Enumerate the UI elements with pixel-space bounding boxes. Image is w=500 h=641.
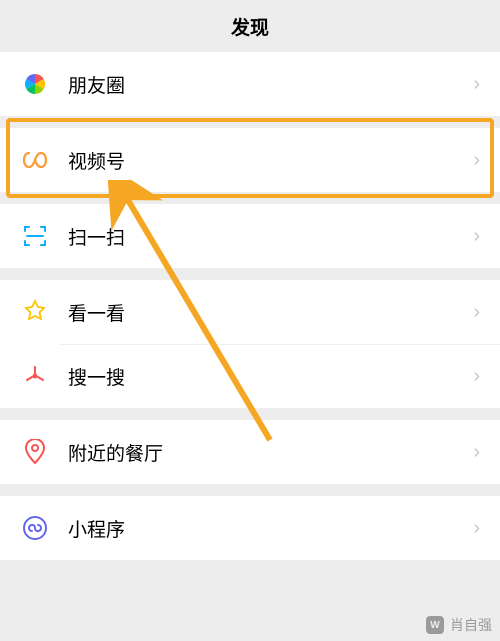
page-title: 发现 (0, 0, 500, 52)
list-item-label: 小程序 (68, 515, 473, 542)
channels-icon (20, 145, 50, 175)
list-item-label: 附近的餐厅 (68, 439, 473, 466)
list-item-search[interactable]: 搜一搜 › (0, 344, 500, 408)
list-item-label: 扫一扫 (68, 223, 473, 250)
list-item-moments[interactable]: 朋友圈 › (0, 52, 500, 116)
chevron-right-icon: › (473, 149, 480, 172)
list-item-label: 看一看 (68, 299, 473, 326)
list-item-label: 视频号 (68, 147, 473, 174)
miniprogram-icon (20, 513, 50, 543)
list-item-label: 搜一搜 (68, 363, 473, 390)
list-item-label: 朋友圈 (68, 71, 473, 98)
chevron-right-icon: › (473, 73, 480, 96)
chevron-right-icon: › (473, 517, 480, 540)
search-icon (20, 361, 50, 391)
nearby-icon (20, 437, 50, 467)
moments-icon (20, 69, 50, 99)
list-item-mini-programs[interactable]: 小程序 › (0, 496, 500, 560)
list-item-scan[interactable]: 扫一扫 › (0, 204, 500, 268)
chevron-right-icon: › (473, 365, 480, 388)
list-item-top-stories[interactable]: 看一看 › (0, 280, 500, 344)
watermark-icon: W (426, 616, 444, 634)
list-item-channels[interactable]: 视频号 › (0, 128, 500, 192)
watermark-label: 肖自强 (450, 615, 492, 635)
chevron-right-icon: › (473, 301, 480, 324)
chevron-right-icon: › (473, 441, 480, 464)
chevron-right-icon: › (473, 225, 480, 248)
watermark: W 肖自强 (426, 615, 492, 635)
scan-icon (20, 221, 50, 251)
discover-list: 朋友圈 › 视频号 › 扫一扫 › (0, 52, 500, 560)
list-item-nearby-restaurant[interactable]: 附近的餐厅 › (0, 420, 500, 484)
top-stories-icon (20, 297, 50, 327)
